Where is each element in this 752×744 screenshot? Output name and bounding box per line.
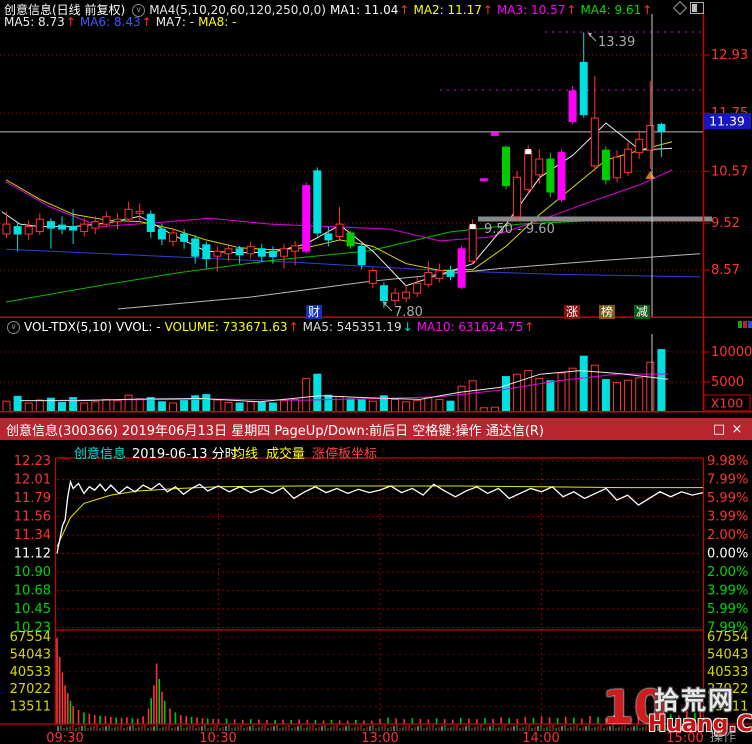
indicator-value: MA7: -	[155, 15, 195, 29]
date-mode-label: 2019-06-13 分时	[132, 447, 238, 462]
bang-button[interactable]: 榜	[599, 305, 616, 319]
indicator-value: MA2: 11.17	[413, 3, 482, 17]
indicator-value: MA10: 631624.75	[416, 320, 524, 334]
caozuo-label: 操作	[710, 730, 737, 744]
axis-label: 14:00	[522, 731, 559, 744]
indicator-value: MA5: 8.73	[4, 15, 65, 29]
axis-label: 67554	[707, 630, 748, 645]
axis-label: 11.34	[14, 528, 51, 543]
axis-label: 9.52	[711, 216, 740, 231]
indicator-value: MA1: 11.04	[329, 3, 399, 17]
avg-line-legend: 均线	[232, 447, 259, 462]
axis-label: 11.79	[14, 491, 51, 506]
indicator-value: MA5: 545351.19	[302, 320, 402, 334]
watermark-domain: Huang.CN	[648, 712, 752, 737]
axis-label: 5.99%	[707, 602, 748, 617]
axis-label: 27022	[10, 682, 51, 697]
price-annotation: 7.80	[394, 305, 423, 318]
kline-chart[interactable]: 12.9311.7510.579.528.5713.399.50 - 9.607…	[0, 0, 752, 318]
axis-label: 10:30	[199, 731, 236, 744]
trend-arrow-icon: ↓	[402, 320, 413, 334]
axis-label: 10000	[711, 345, 752, 360]
zhang-button[interactable]: 涨	[564, 305, 581, 319]
jian-button[interactable]: 减	[634, 305, 651, 319]
price-annotation: 9.50 - 9.60	[484, 222, 555, 237]
axis-label: 10.45	[14, 602, 51, 617]
trend-arrow-icon: ↑	[399, 3, 410, 17]
axis-label: 8.57	[711, 263, 740, 278]
kline-layers: 12.9311.7510.579.528.5713.399.50 - 9.607…	[0, 12, 752, 318]
titlebar-text: 创意信息(300366) 2019年06月13日 星期四 PageUp/Down…	[6, 423, 544, 439]
kline-header-row2: MA5: 8.73↑ MA6: 8.43↑ MA7: - MA8: -	[4, 15, 240, 29]
trend-arrow-icon: ↑	[65, 15, 76, 29]
trend-arrow-icon: ↑	[566, 3, 577, 17]
trend-arrow-icon: ↑	[482, 3, 493, 17]
axis-label: 7.99%	[707, 473, 748, 488]
diamond-icon[interactable]	[672, 0, 688, 16]
axis-label: 12.01	[14, 473, 51, 488]
trend-arrow-icon: ↑	[288, 320, 299, 334]
axis-label: 3.99%	[707, 510, 748, 525]
kline-pane: 12.9311.7510.579.528.5713.399.50 - 9.607…	[0, 0, 752, 319]
axis-label: 9.98%	[707, 454, 748, 469]
trend-arrow-icon: ↑	[524, 320, 535, 334]
volume-corner-icons	[738, 321, 752, 328]
candles-layer	[2, 32, 666, 308]
axis-label: 5.99%	[707, 491, 748, 506]
volume-pane: 10000 5000 X100 ∨ VOL-TDX(5,10) VVOL: - VOLUM…	[0, 318, 752, 418]
axis-label: 0.00%	[707, 547, 748, 562]
axis-label: 12.23	[14, 454, 51, 469]
split-window-icon[interactable]	[690, 2, 704, 14]
limit-coordinate-legend: 涨停板坐标	[312, 447, 378, 462]
axis-label: 3.99%	[707, 584, 748, 599]
axis-label: 10.57	[711, 164, 748, 179]
axis-label: 09:30	[46, 731, 83, 744]
indicator-value: MA3: 10.57	[496, 3, 566, 17]
indicator-value: VOL-TDX(5,10)	[24, 320, 113, 334]
watermark-site-name: 拾荒网	[654, 686, 736, 715]
axis-label: 67554	[10, 630, 51, 645]
status-titlebar: 创意信息(300366) 2019年06月13日 星期四 PageUp/Down…	[0, 418, 752, 440]
axis-label: 11.39	[709, 114, 745, 129]
indicator-value: VOLUME: 733671.63	[164, 320, 288, 334]
indicator-value: MA4: 9.61	[580, 3, 642, 17]
close-button[interactable]: ×	[728, 422, 746, 437]
axis-label: X100	[711, 396, 743, 411]
indicator-value: VVOL: -	[116, 320, 161, 334]
tdx-window: 12.9311.7510.579.528.5713.399.50 - 9.607…	[0, 0, 752, 744]
axis-label: 54043	[10, 647, 51, 662]
axis-label: 2.00%	[707, 528, 748, 543]
trend-arrow-icon: ↑	[642, 3, 653, 17]
mini-blue-icon[interactable]	[748, 321, 752, 328]
mini-green-icon[interactable]	[738, 321, 742, 328]
finance-badge[interactable]: 财	[306, 305, 323, 319]
axis-label: 2.00%	[707, 565, 748, 580]
axis-label: 40533	[707, 665, 748, 680]
price-annotation: 13.39	[598, 35, 635, 50]
axis-label: 10.90	[14, 565, 51, 580]
indicator-value: MA8: -	[198, 15, 237, 29]
axis-label: 11.56	[14, 510, 51, 525]
mini-red-icon[interactable]	[743, 321, 747, 328]
axis-label: 11.12	[14, 547, 51, 562]
collapse-icon[interactable]: ∨	[7, 321, 20, 334]
kline-corner-icons	[672, 0, 704, 16]
axis-label: 40533	[10, 665, 51, 680]
volume-header: ∨ VOL-TDX(5,10) VVOL: - VOLUME: 733671.63↑ M…	[4, 320, 538, 334]
maximize-button[interactable]: □	[710, 422, 728, 437]
axis-label: 13:00	[361, 731, 398, 744]
trend-arrow-icon: ↑	[141, 15, 152, 29]
stock-name-label: 创意信息	[74, 447, 127, 462]
volume-legend: 成交量	[266, 447, 306, 462]
axis-label: 54043	[707, 647, 748, 662]
indicator-value: MA6: 8.43	[79, 15, 141, 29]
axis-label: 10.68	[14, 584, 51, 599]
axis-label: 12.93	[711, 48, 748, 63]
axis-label: 5000	[711, 375, 744, 390]
axis-label: 13511	[10, 700, 51, 715]
